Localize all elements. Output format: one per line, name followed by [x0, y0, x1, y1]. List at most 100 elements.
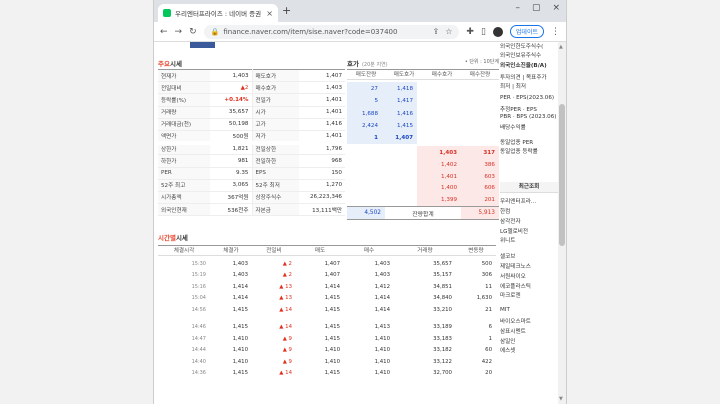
- timeline-row: 14:44 1,410 ▲ 9 1,410 1,410 33,182 60: [158, 345, 496, 357]
- bid-box: 1,403 317 1,402 386 1,401 603 1,400 606 1,399 201: [417, 146, 499, 206]
- row-label: 전일상한: [251, 140, 299, 156]
- recent-item[interactable]: 삼표시멘트: [500, 327, 558, 337]
- recent-item[interactable]: 삼일인: [500, 337, 558, 347]
- recent-item[interactable]: 에스셋: [500, 346, 558, 356]
- timeline-cell: ▲ 2: [282, 272, 292, 279]
- recent-item[interactable]: 제일테크노스: [500, 262, 558, 272]
- timeline-cell: 1,415: [232, 306, 248, 313]
- avatar[interactable]: [492, 26, 503, 37]
- ask-row[interactable]: 2,424 1,415: [347, 120, 417, 132]
- scroll-thumb[interactable]: [559, 104, 565, 246]
- recent-item[interactable]: LG헬로비전: [500, 227, 558, 237]
- hoga-columns: 매도잔량 매도호가 매수호가 매수잔량: [347, 69, 499, 80]
- recent-item[interactable]: 에코플라스틱: [500, 282, 558, 292]
- row-label: 거래대금(천): [158, 118, 210, 131]
- row-value: 968: [299, 154, 345, 168]
- update-button[interactable]: 업데이트: [509, 25, 544, 38]
- price-row: 전일대비 ▲2 매수호가 1,403: [158, 81, 345, 95]
- row-value: 13,111백만: [299, 203, 345, 217]
- row-label: 시가총액: [158, 191, 210, 205]
- timeline-cell: 1,415: [232, 370, 248, 377]
- row-value: 1,403: [210, 69, 252, 83]
- right-panel-line: 배당수익률: [500, 125, 526, 132]
- timeline-cell: 33,122: [433, 358, 452, 365]
- timeline-cell: 15:19: [191, 272, 206, 279]
- browser-tab[interactable]: 우리엔터프라이즈 : 네이버 증권 ×: [158, 4, 278, 22]
- row-value: ▲2: [210, 81, 252, 95]
- new-tab-icon[interactable]: +: [282, 4, 291, 17]
- timeline-cell: ▲ 14: [279, 370, 292, 377]
- ask-row[interactable]: 1 1,407: [347, 132, 417, 144]
- timeline-col-header: 매도: [314, 248, 326, 254]
- ask-price: 1,418: [396, 86, 413, 92]
- hoga-total-row: 4,502 잔량합계 5,913: [347, 206, 499, 220]
- recent-item[interactable]: 셀코브: [500, 252, 558, 262]
- bid-row[interactable]: 1,401 603: [417, 171, 499, 183]
- ask-row[interactable]: 1,688 1,416: [347, 108, 417, 120]
- timeline-cell: 35,657: [433, 260, 452, 267]
- row-label: 전일하한: [251, 154, 299, 168]
- row-label: 전일가: [251, 93, 299, 107]
- scrollbar[interactable]: ▲ ▼: [558, 42, 566, 404]
- recent-item[interactable]: 한컴: [500, 207, 558, 217]
- ask-row[interactable]: 27 1,418: [347, 83, 417, 95]
- price-row: 52주 최고 3,065 52주 최저 1,270: [158, 179, 345, 192]
- row-label: 매수호가: [251, 81, 299, 95]
- back-icon[interactable]: ←: [160, 27, 168, 37]
- price-row: 상한가 1,821 전일상한 1,796: [158, 140, 345, 156]
- scroll-down-icon[interactable]: ▼: [559, 396, 563, 402]
- url-text: finance.naver.com/item/sise.naver?code=0…: [223, 27, 398, 36]
- extensions-icon[interactable]: ✚: [466, 27, 474, 37]
- recent-item[interactable]: 바이오스마트: [500, 317, 558, 327]
- recent-item[interactable]: 우리엔터프라...: [500, 197, 558, 207]
- bid-row[interactable]: 1,400 606: [417, 182, 499, 194]
- ask-qty: 27: [370, 86, 378, 92]
- recent-item[interactable]: 위니트: [500, 236, 558, 246]
- main-price-table: 현재가 1,403 매도호가 1,407 전일대비 ▲2 매수호가 1,403 등락률(%) +0…: [158, 69, 345, 217]
- bookmark-star-icon[interactable]: ☆: [445, 27, 452, 36]
- share-icon[interactable]: ⇪: [433, 27, 440, 36]
- url-field[interactable]: 🔒 finance.naver.com/item/sise.naver?code…: [203, 24, 460, 39]
- timeline-cell: 1,414: [324, 283, 340, 290]
- recent-item[interactable]: 서원싸이오: [500, 272, 558, 282]
- maximize-icon[interactable]: ▢: [532, 3, 541, 13]
- timeline-cell: 1: [488, 335, 492, 342]
- timeline-cell: 1,407: [324, 260, 340, 267]
- timeline-cell: ▲ 2: [282, 260, 292, 267]
- timeline-columns: 체결시각 체결가 전일비 매도 매수 거래량 변동량: [158, 245, 496, 256]
- minimize-icon[interactable]: –: [515, 3, 520, 13]
- recent-item[interactable]: 마크로젠: [500, 291, 558, 301]
- timeline-col-header: 체결가: [223, 248, 239, 254]
- bid-row[interactable]: 1,399 201: [417, 194, 499, 206]
- ask-row[interactable]: 5 1,417: [347, 95, 417, 107]
- scroll-up-icon[interactable]: ▲: [559, 44, 563, 50]
- row-value: 26,223,346: [299, 191, 345, 205]
- row-value: 536천주: [210, 203, 252, 217]
- row-label: 등락률(%): [158, 93, 210, 107]
- reload-icon[interactable]: ↻: [189, 27, 197, 37]
- timeline-cell: ▲ 9: [282, 347, 292, 354]
- bid-price: 1,402: [440, 161, 457, 168]
- bid-price: 1,403: [439, 150, 457, 156]
- row-label: 하한가: [158, 154, 210, 168]
- row-value: 9.35: [210, 167, 252, 180]
- row-label: 외국인현재: [158, 203, 210, 217]
- bid-row[interactable]: 1,403 317: [417, 147, 499, 159]
- timeline-cell: 33,189: [433, 324, 452, 331]
- menu-icon[interactable]: ⋮: [551, 27, 560, 37]
- timeline-cell: 1,415: [232, 324, 248, 331]
- close-tab-icon[interactable]: ×: [266, 9, 273, 18]
- timeline-cell: 1,410: [374, 358, 390, 365]
- row-value: 367억원: [210, 191, 252, 205]
- price-row: 거래량 35,657 시가 1,401: [158, 106, 345, 119]
- sidebar-icon[interactable]: ▯: [481, 27, 486, 37]
- close-window-icon[interactable]: ×: [552, 3, 560, 13]
- browser-window: 우리엔터프라이즈 : 네이버 증권 × + – ▢ × ← → ↻ 🔒 fina…: [153, 0, 567, 404]
- timeline-col-header: 체결시각: [173, 248, 195, 254]
- row-label: 액면가: [158, 130, 210, 144]
- bid-row[interactable]: 1,402 386: [417, 159, 499, 171]
- recent-item[interactable]: 삼각전자: [500, 217, 558, 227]
- timeline-cell: 1,414: [374, 295, 390, 302]
- forward-icon[interactable]: →: [175, 27, 183, 37]
- recent-item[interactable]: MIT: [500, 307, 558, 317]
